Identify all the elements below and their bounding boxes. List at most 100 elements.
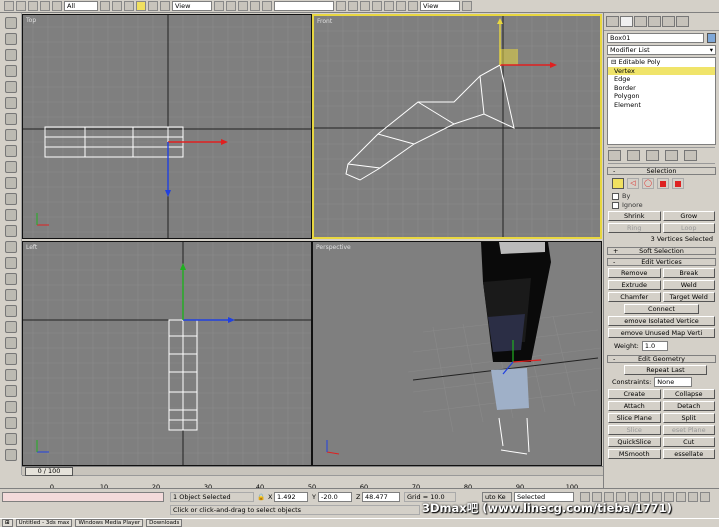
lock-selection-icon[interactable]: 🔒 bbox=[257, 492, 265, 502]
grow-button[interactable]: Grow bbox=[662, 211, 715, 221]
detach-button[interactable]: Detach bbox=[662, 401, 715, 411]
time-slider-track[interactable]: 0 / 100 bbox=[22, 467, 603, 476]
remove-button[interactable]: Remove bbox=[608, 268, 661, 278]
viewport-front[interactable]: Front bbox=[312, 14, 602, 239]
select-icon[interactable] bbox=[100, 1, 110, 11]
rotate-icon[interactable] bbox=[148, 1, 158, 11]
normal-align-icon[interactable] bbox=[250, 1, 260, 11]
curve-editor-icon[interactable] bbox=[336, 1, 346, 11]
pan-icon[interactable] bbox=[676, 492, 686, 502]
maxscript-listener[interactable] bbox=[2, 492, 164, 502]
taskbar-item-3dsmax[interactable]: Untitled - 3ds max bbox=[15, 519, 73, 527]
time-slider[interactable]: 0 / 100 bbox=[25, 467, 73, 476]
redo-icon[interactable] bbox=[16, 1, 26, 11]
repeat-last-button[interactable]: Repeat Last bbox=[624, 365, 707, 375]
create-geosphere-icon[interactable] bbox=[4, 113, 17, 125]
render-shortcut-icon[interactable] bbox=[4, 369, 17, 381]
motion-tab-icon[interactable] bbox=[648, 16, 661, 27]
pin-stack-icon[interactable] bbox=[608, 150, 621, 161]
target-weld-button[interactable]: Target Weld bbox=[662, 292, 715, 302]
create-cylinder-icon[interactable] bbox=[4, 49, 17, 61]
pivot-icon[interactable] bbox=[214, 1, 224, 11]
split-checkbox[interactable]: Split bbox=[662, 413, 715, 423]
reactor-icon[interactable] bbox=[4, 385, 17, 397]
selection-filter-dropdown[interactable]: All bbox=[64, 1, 98, 11]
object-color-swatch[interactable] bbox=[707, 33, 716, 43]
create-camera-icon[interactable] bbox=[4, 225, 17, 237]
create-light-icon[interactable] bbox=[4, 209, 17, 221]
extrude-button[interactable]: Extrude bbox=[608, 280, 661, 290]
render-setup-icon[interactable] bbox=[384, 1, 394, 11]
particle-icon[interactable] bbox=[4, 401, 17, 413]
mirror-icon[interactable] bbox=[226, 1, 236, 11]
layer-icon[interactable] bbox=[372, 1, 382, 11]
bind-icon[interactable] bbox=[52, 1, 62, 11]
selection-rollout-header[interactable]: - Selection bbox=[607, 167, 716, 175]
make-unique-icon[interactable] bbox=[646, 150, 659, 161]
quickslice-button[interactable]: QuickSlice bbox=[608, 437, 661, 447]
weight-spinner[interactable]: 1.0 bbox=[641, 341, 668, 351]
region-select-icon[interactable] bbox=[124, 1, 134, 11]
named-selection-dropdown[interactable] bbox=[274, 1, 334, 11]
viewport-perspective-label[interactable]: Perspective bbox=[316, 244, 351, 251]
viewport-left-label[interactable]: Left bbox=[26, 244, 37, 251]
noise-modifier-icon[interactable] bbox=[4, 321, 17, 333]
unlink-icon[interactable] bbox=[40, 1, 50, 11]
create-plane-icon[interactable] bbox=[4, 161, 17, 173]
display-tab-icon[interactable] bbox=[662, 16, 675, 27]
create-line-icon[interactable] bbox=[4, 177, 17, 189]
vertex-mode-icon[interactable] bbox=[612, 178, 624, 189]
break-button[interactable]: Break bbox=[662, 268, 715, 278]
systems-icon[interactable] bbox=[4, 433, 17, 445]
attach-button[interactable]: Attach bbox=[608, 401, 661, 411]
y-coordinate-field[interactable]: -20.0 bbox=[318, 492, 352, 502]
weld-button[interactable]: Weld bbox=[662, 280, 715, 290]
maximize-viewport-icon[interactable] bbox=[700, 492, 710, 502]
create-sphere-icon[interactable] bbox=[4, 33, 17, 45]
constraints-dropdown[interactable]: None bbox=[654, 377, 693, 387]
edit-geometry-rollout-header[interactable]: - Edit Geometry bbox=[607, 355, 716, 363]
tessellate-button[interactable]: essellate bbox=[662, 449, 715, 459]
stack-item-editable-poly[interactable]: ⊟ Editable Poly bbox=[608, 58, 715, 67]
meshsmooth-modifier-icon[interactable] bbox=[4, 337, 17, 349]
by-vertex-checkbox[interactable]: By bbox=[612, 192, 711, 200]
taskbar-item-media-player[interactable]: Windows Media Player bbox=[75, 519, 144, 527]
reset-plane-button[interactable]: eset Plane bbox=[662, 425, 715, 435]
taskbar-item-downloads[interactable]: Downloads bbox=[146, 519, 183, 527]
create-helper-icon[interactable] bbox=[4, 241, 17, 253]
msmooth-button[interactable]: MSmooth bbox=[608, 449, 661, 459]
object-name-field[interactable]: Box01 bbox=[607, 33, 704, 43]
edge-mode-icon[interactable]: ◁ bbox=[627, 178, 639, 189]
create-button[interactable]: Create bbox=[608, 389, 661, 399]
connect-button[interactable]: Connect bbox=[624, 304, 699, 314]
modifier-list-dropdown[interactable]: Modifier List ▾ bbox=[607, 45, 716, 55]
create-teapot-icon[interactable] bbox=[4, 81, 17, 93]
animation-icon[interactable] bbox=[4, 449, 17, 461]
select-link-icon[interactable] bbox=[28, 1, 38, 11]
extrude-modifier-icon[interactable] bbox=[4, 273, 17, 285]
remove-isolated-vertices-button[interactable]: emove Isolated Vertice bbox=[608, 316, 715, 326]
viewport-top[interactable]: Top bbox=[22, 14, 312, 239]
undo-icon[interactable] bbox=[4, 1, 14, 11]
viewport-front-label[interactable]: Front bbox=[317, 18, 332, 25]
configure-sets-icon[interactable] bbox=[684, 150, 697, 161]
render-icon[interactable] bbox=[396, 1, 406, 11]
viewport-perspective[interactable]: Perspective bbox=[312, 241, 602, 466]
schematic-icon[interactable] bbox=[348, 1, 358, 11]
space-warp-icon[interactable] bbox=[4, 417, 17, 429]
move-icon[interactable] bbox=[136, 1, 146, 11]
scale-icon[interactable] bbox=[160, 1, 170, 11]
cut-button[interactable]: Cut bbox=[662, 437, 715, 447]
x-coordinate-field[interactable]: 1.492 bbox=[274, 492, 308, 502]
twist-modifier-icon[interactable] bbox=[4, 305, 17, 317]
loop-button[interactable]: Loop bbox=[662, 223, 715, 233]
show-end-result-icon[interactable] bbox=[627, 150, 640, 161]
remove-modifier-icon[interactable] bbox=[665, 150, 678, 161]
polygon-mode-icon[interactable] bbox=[657, 178, 669, 189]
stack-item-polygon[interactable]: Polygon bbox=[608, 92, 715, 101]
align-icon[interactable] bbox=[238, 1, 248, 11]
create-pyramid-icon[interactable] bbox=[4, 145, 17, 157]
stack-item-vertex[interactable]: Vertex bbox=[608, 66, 715, 75]
arc-rotate-icon[interactable] bbox=[688, 492, 698, 502]
border-mode-icon[interactable]: ◯ bbox=[642, 178, 654, 189]
